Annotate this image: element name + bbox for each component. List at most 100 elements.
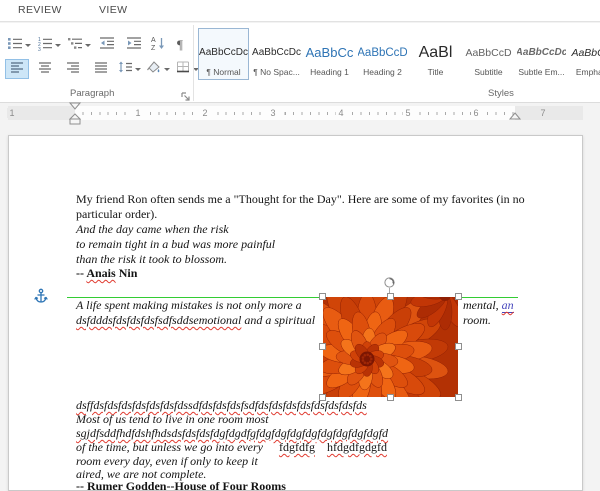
wrap-line-right: mental, an bbox=[463, 298, 514, 313]
pilcrow-icon: ¶ bbox=[177, 37, 183, 52]
quote-line: to remain tight in a bud was more painfu… bbox=[76, 237, 276, 251]
resize-handle-sw[interactable] bbox=[319, 394, 326, 401]
svg-text:A: A bbox=[151, 37, 156, 44]
sort-button[interactable]: AZ bbox=[147, 35, 169, 55]
style-sample: AaBbCcD bbox=[465, 47, 512, 59]
align-center-button[interactable] bbox=[33, 59, 57, 79]
resize-handle-s[interactable] bbox=[387, 394, 394, 401]
style-name: Emphasis bbox=[575, 67, 600, 77]
wrap-line-left: A life spent making mistakes is not only… bbox=[76, 298, 302, 312]
document-page[interactable]: My friend Ron often sends me a "Thought … bbox=[8, 135, 583, 491]
rotate-handle[interactable] bbox=[383, 276, 396, 289]
paragraph-dialog-launcher[interactable] bbox=[180, 89, 191, 101]
paragraph-line: particular order). bbox=[76, 207, 158, 221]
indent-marker-left[interactable] bbox=[69, 102, 81, 126]
multilevel-list-icon bbox=[67, 35, 83, 56]
resize-handle-e[interactable] bbox=[455, 343, 462, 350]
ruler-mark: 1 bbox=[7, 108, 17, 118]
style-normal[interactable]: AaBbCcDc ¶ Normal bbox=[198, 28, 249, 80]
style-heading-1[interactable]: AaBbCc Heading 1 bbox=[304, 28, 355, 80]
flower-photo bbox=[323, 297, 458, 397]
align-right-icon bbox=[65, 59, 81, 80]
show-formatting-button[interactable]: ¶ bbox=[171, 35, 189, 55]
borders-button[interactable] bbox=[173, 59, 201, 79]
style-heading-2[interactable]: AaBbCcD Heading 2 bbox=[357, 28, 408, 80]
style-sample: AaBbCc bbox=[305, 45, 354, 60]
misspelled-word: Rumer bbox=[87, 479, 123, 491]
style-sample: AaBbCcDc bbox=[252, 47, 301, 58]
line-spacing-button[interactable] bbox=[115, 59, 143, 79]
style-name: ¶ Normal bbox=[206, 67, 241, 77]
ruler-mark: 4 bbox=[336, 108, 346, 118]
paragraph-line: of the time, but unless we go into every… bbox=[76, 440, 387, 454]
ruler-mark: 1 bbox=[133, 108, 143, 118]
decrease-indent-button[interactable] bbox=[96, 35, 118, 55]
style-name: Title bbox=[427, 67, 444, 77]
align-center-icon bbox=[37, 59, 53, 80]
style-name: Subtle Em... bbox=[518, 67, 565, 77]
style-sample: AaBbCcDc bbox=[199, 47, 248, 58]
chevron-down-icon bbox=[85, 43, 91, 47]
shading-button[interactable] bbox=[144, 59, 172, 79]
misspelled-word: fdgfdfg bbox=[278, 440, 315, 454]
inserted-word[interactable]: an bbox=[501, 298, 514, 313]
style-name: ¶ No Spac... bbox=[253, 67, 300, 77]
bullets-icon bbox=[7, 35, 23, 56]
style-emphasis[interactable]: AaBbCcD Emphasis bbox=[569, 28, 600, 80]
multilevel-list-button[interactable] bbox=[65, 35, 93, 55]
increase-indent-icon bbox=[126, 35, 142, 56]
style-sample: AaBl bbox=[418, 44, 453, 61]
ruler-mark: 3 bbox=[268, 108, 278, 118]
resize-handle-nw[interactable] bbox=[319, 293, 326, 300]
bullets-button[interactable] bbox=[5, 35, 33, 55]
style-sample: AaBbCcD bbox=[571, 47, 600, 59]
numbering-button[interactable]: 123 bbox=[35, 35, 63, 55]
tab-view[interactable]: VIEW bbox=[99, 4, 127, 16]
line-spacing-icon bbox=[117, 59, 133, 80]
object-anchor-icon bbox=[34, 288, 48, 304]
increase-indent-button[interactable] bbox=[123, 35, 145, 55]
style-name: Heading 2 bbox=[363, 67, 402, 77]
align-left-icon bbox=[9, 59, 25, 80]
wrap-line-right: room. bbox=[463, 313, 491, 327]
ribbon-tab-row: REVIEW VIEW bbox=[0, 0, 600, 22]
shading-icon bbox=[146, 59, 162, 80]
misspelled-word: sgjdfsddfhdfdshfhdsdsfdsfdsfdgfdgdfgfdgf… bbox=[76, 426, 389, 440]
style-title[interactable]: AaBl Title bbox=[410, 28, 461, 80]
ruler-mark: 2 bbox=[200, 108, 210, 118]
svg-text:Z: Z bbox=[151, 45, 156, 51]
ribbon: 123 AZ ¶ Paragraph AaBbCcDc ¶ Normal AaB… bbox=[0, 23, 600, 103]
style-subtle-emphasis[interactable]: AaBbCcDc Subtle Em... bbox=[516, 28, 567, 80]
attribution-line: -- Rumer Godden--House of Four Rooms bbox=[76, 479, 286, 491]
word-window: REVIEW VIEW 123 AZ ¶ Paragraph AaBbCcDc … bbox=[0, 0, 600, 491]
style-sample: AaBbCcDc bbox=[516, 47, 567, 58]
justify-icon bbox=[93, 59, 109, 80]
horizontal-ruler[interactable]: 1 1 2 3 4 5 6 7 bbox=[7, 102, 583, 125]
style-subtitle[interactable]: AaBbCcD Subtitle bbox=[463, 28, 514, 80]
align-left-button[interactable] bbox=[5, 59, 29, 79]
resize-handle-se[interactable] bbox=[455, 394, 462, 401]
indent-marker-right[interactable] bbox=[509, 112, 521, 121]
align-right-button[interactable] bbox=[61, 59, 85, 79]
paragraph-line: sgjdfsddfhdfdshfhdsdsfdsfdsfdgfdgdfgfdgf… bbox=[76, 426, 388, 440]
paragraph-line: Most of us tend to live in one room most bbox=[76, 412, 269, 426]
tab-review[interactable]: REVIEW bbox=[18, 4, 62, 16]
justify-button[interactable] bbox=[89, 59, 113, 79]
style-no-spacing[interactable]: AaBbCcDc ¶ No Spac... bbox=[251, 28, 302, 80]
styles-gallery: AaBbCcDc ¶ Normal AaBbCcDc ¶ No Spac... … bbox=[198, 28, 600, 80]
paragraph-line: My friend Ron often sends me a "Thought … bbox=[76, 192, 525, 206]
styles-group-label: Styles bbox=[488, 88, 514, 99]
quote-line: And the day came when the risk bbox=[76, 222, 229, 236]
wrap-line-left: dsfdddsfdsfdsfdsfsdfsddsemotional and a … bbox=[76, 313, 316, 327]
resize-handle-w[interactable] bbox=[319, 343, 326, 350]
ruler-mark: 5 bbox=[403, 108, 413, 118]
resize-handle-ne[interactable] bbox=[455, 293, 462, 300]
decrease-indent-icon bbox=[99, 35, 115, 56]
chevron-down-icon bbox=[55, 43, 61, 47]
misspelled-word: dsfdddsfdsfdsfdsfsdfsddsemotional bbox=[76, 313, 242, 327]
flower-image[interactable] bbox=[319, 277, 462, 401]
resize-handle-n[interactable] bbox=[387, 293, 394, 300]
borders-icon bbox=[175, 59, 191, 80]
ruler-mark: 7 bbox=[538, 108, 548, 118]
quote-line: than the risk it took to blossom. bbox=[76, 252, 227, 266]
